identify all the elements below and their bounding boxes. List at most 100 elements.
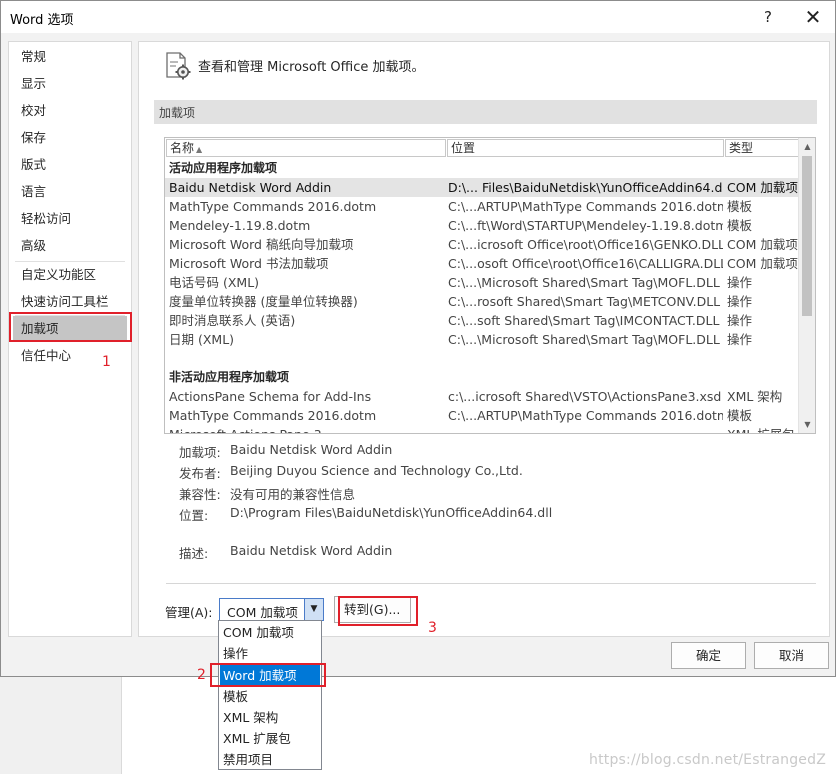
annotation-number-1: 1	[102, 354, 111, 370]
nav-item-general[interactable]: 常规	[13, 44, 127, 70]
addin-name: Microsoft Actions Pane 3	[169, 425, 444, 433]
column-header-name[interactable]: 名称 ▲	[166, 139, 446, 157]
addin-type: 模板	[727, 218, 753, 233]
addin-name: Mendeley-1.19.8.dotm	[169, 218, 311, 233]
vertical-scrollbar[interactable]: ▲ ▼	[798, 138, 815, 433]
table-row[interactable]: 电话号码 (XML) C:\...\Microsoft Shared\Smart…	[165, 273, 799, 292]
column-header-name-label: 名称	[170, 141, 195, 155]
addin-type: 操作	[727, 332, 753, 347]
table-row[interactable]: 即时消息联系人 (英语) C:\...soft Shared\Smart Tag…	[165, 311, 799, 330]
divider	[166, 583, 816, 584]
addin-type: 操作	[727, 275, 753, 290]
addin-location: C:\...rosoft Shared\Smart Tag\METCONV.DL…	[448, 294, 721, 309]
addin-type: 模板	[727, 408, 753, 423]
scrollbar-thumb[interactable]	[802, 156, 812, 316]
addin-name: 电话号码 (XML)	[169, 275, 260, 290]
table-row[interactable]: Microsoft Actions Pane 3 XML 扩展包	[165, 425, 801, 433]
table-row[interactable]: 度量单位转换器 (度量单位转换器) C:\...rosoft Shared\Sm…	[165, 292, 799, 311]
detail-description-value: Baidu Netdisk Word Addin	[230, 543, 393, 558]
nav-item-display[interactable]: 显示	[13, 71, 127, 97]
addin-gear-icon	[166, 52, 191, 80]
manage-dropdown[interactable]: COM 加载项 ▼	[219, 598, 324, 621]
addin-location: C:\...osoft Office\root\Office16\CALLIGR…	[448, 256, 723, 271]
addin-location: c:\...icrosoft Shared\VSTO\ActionsPane3.…	[448, 389, 722, 404]
table-row[interactable]: 日期 (XML) C:\...\Microsoft Shared\Smart T…	[165, 330, 799, 349]
ok-button[interactable]: 确定	[671, 642, 746, 669]
detail-addin-value: Baidu Netdisk Word Addin	[230, 442, 393, 457]
detail-location-value: D:\Program Files\BaiduNetdisk\YunOfficeA…	[230, 505, 553, 520]
group-header-active: 活动应用程序加载项	[169, 161, 278, 175]
detail-publisher-label: 发布者:	[179, 466, 221, 481]
table-row[interactable]: Microsoft Word 书法加载项 C:\...osoft Office\…	[165, 254, 799, 273]
addin-location: C:\...\Microsoft Shared\Smart Tag\MOFL.D…	[448, 332, 720, 347]
chevron-down-icon[interactable]: ▼	[304, 599, 323, 620]
detail-location-label: 位置:	[179, 508, 209, 523]
addin-type: COM 加载项	[727, 180, 798, 195]
addin-name: Microsoft Word 稿纸向导加载项	[169, 237, 354, 252]
manage-label: 管理(A):	[165, 605, 213, 620]
manage-dropdown-value: COM 加载项	[227, 605, 298, 620]
column-header-location[interactable]: 位置	[447, 139, 724, 157]
manage-dropdown-list: COM 加载项 操作 Word 加载项 模板 XML 架构 XML 扩展包 禁用…	[218, 620, 322, 770]
addins-list[interactable]: 名称 ▲ 位置 类型 活动应用程序加载项 Baidu Netdisk Word A…	[164, 137, 816, 434]
addin-type: COM 加载项	[727, 256, 798, 271]
cancel-button[interactable]: 取消	[754, 642, 829, 669]
detail-addin-label: 加载项:	[179, 445, 221, 460]
addin-type: 操作	[727, 313, 753, 328]
nav-item-advanced[interactable]: 高级	[13, 233, 127, 259]
detail-publisher-value: Beijing Duyou Science and Technology Co.…	[230, 463, 523, 478]
table-row[interactable]: MathType Commands 2016.dotm C:\...ARTUP\…	[165, 197, 799, 216]
addin-name: MathType Commands 2016.dotm	[169, 408, 377, 423]
column-header-type[interactable]: 类型	[725, 139, 799, 157]
table-row[interactable]: Mendeley-1.19.8.dotm C:\...ft\Word\START…	[165, 216, 799, 235]
dropdown-option-disabled-items[interactable]: 禁用项目	[220, 749, 320, 770]
nav-item-proofing[interactable]: 校对	[13, 98, 127, 124]
group-header-inactive: 非活动应用程序加载项	[169, 370, 290, 384]
annotation-box-word-addins	[210, 663, 326, 687]
addin-type: XML 扩展包	[727, 425, 801, 433]
addin-name: 度量单位转换器 (度量单位转换器)	[169, 294, 358, 309]
addin-name: Microsoft Word 书法加载项	[169, 256, 329, 271]
table-row[interactable]: Microsoft Word 稿纸向导加载项 C:\...icrosoft Of…	[165, 235, 799, 254]
addin-location: C:\...ARTUP\MathType Commands 2016.dotm	[448, 408, 723, 423]
dropdown-option-xml-schemas[interactable]: XML 架构	[220, 707, 320, 728]
detail-compat-value: 没有可用的兼容性信息	[230, 487, 356, 502]
addin-name: MathType Commands 2016.dotm	[169, 199, 377, 214]
title-bar: Word 选项 ? ✕	[1, 1, 835, 33]
sort-ascending-icon: ▲	[196, 145, 203, 154]
addin-name: Baidu Netdisk Word Addin	[169, 180, 332, 195]
table-row[interactable]: Baidu Netdisk Word Addin D:\... Files\Ba…	[165, 178, 799, 197]
addin-location: C:\...\Microsoft Shared\Smart Tag\MOFL.D…	[448, 275, 720, 290]
annotation-box-addins	[9, 312, 132, 342]
annotation-number-2: 2	[197, 667, 206, 683]
addin-location: C:\...ARTUP\MathType Commands 2016.dotm	[448, 199, 723, 214]
dropdown-option-xml-expansion-packs[interactable]: XML 扩展包	[220, 728, 320, 749]
addin-name: 日期 (XML)	[169, 332, 235, 347]
watermark: https://blog.csdn.net/EstrangedZ	[589, 752, 826, 768]
detail-description-label: 描述:	[179, 546, 209, 561]
addin-location: D:\... Files\BaiduNetdisk\YunOfficeAddin…	[448, 180, 723, 195]
dropdown-option-actions[interactable]: 操作	[220, 643, 320, 664]
addin-name: 即时消息联系人 (英语)	[169, 313, 296, 328]
help-button[interactable]: ?	[753, 5, 783, 29]
nav-item-layout[interactable]: 版式	[13, 152, 127, 178]
table-row[interactable]: MathType Commands 2016.dotm C:\...ARTUP\…	[165, 406, 799, 425]
nav-item-customize-ribbon[interactable]: 自定义功能区	[13, 262, 127, 288]
addins-section-header: 加载项	[154, 100, 817, 124]
background-left-pane	[0, 676, 122, 774]
dropdown-option-com-addins[interactable]: COM 加载项	[220, 622, 320, 643]
addin-location: C:\...ft\Word\STARTUP\Mendeley-1.19.8.do…	[448, 218, 723, 233]
nav-item-accessibility[interactable]: 轻松访问	[13, 206, 127, 232]
annotation-number-3: 3	[428, 620, 437, 636]
dropdown-option-templates[interactable]: 模板	[220, 686, 320, 707]
nav-item-language[interactable]: 语言	[13, 179, 127, 205]
addin-location: C:\...icrosoft Office\root\Office16\GENK…	[448, 237, 723, 252]
addins-panel: 查看和管理 Microsoft Office 加载项。 加载项 名称 ▲ 位置 类…	[138, 41, 830, 637]
nav-item-save[interactable]: 保存	[13, 125, 127, 151]
addin-type: 操作	[727, 294, 753, 309]
addin-type: COM 加载项	[727, 237, 798, 252]
close-button[interactable]: ✕	[798, 5, 828, 29]
scroll-down-icon[interactable]: ▼	[799, 416, 815, 433]
scroll-up-icon[interactable]: ▲	[799, 138, 815, 155]
table-row[interactable]: ActionsPane Schema for Add-Ins c:\...icr…	[165, 387, 799, 406]
